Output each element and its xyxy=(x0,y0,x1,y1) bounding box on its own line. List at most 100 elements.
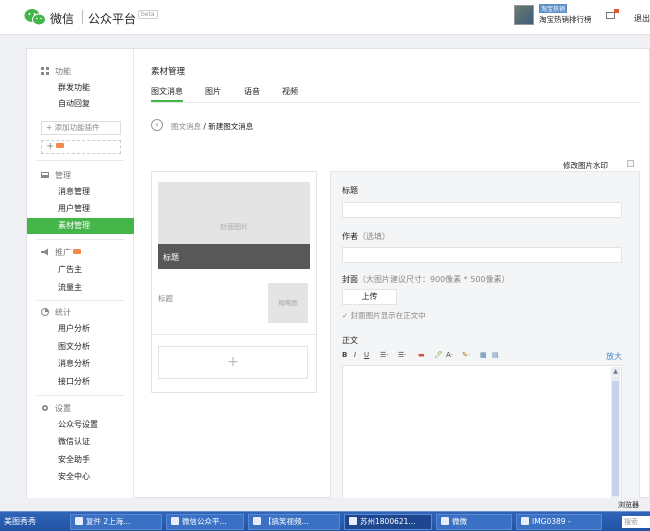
sidebar-item-materials[interactable]: 素材管理 xyxy=(27,218,134,234)
rich-text-toolbar: B I U ☰· ☰· ▬ 🖊 A· ✎· ▦ ▤ 放大 xyxy=(342,351,622,364)
watermark-checkbox[interactable] xyxy=(627,160,634,167)
second-article-title[interactable]: 标题 xyxy=(158,293,173,304)
body-label: 正文 xyxy=(342,336,358,345)
sidebar-item-mass-send[interactable]: 群发功能 xyxy=(27,80,134,96)
add-article-button[interactable]: + xyxy=(158,346,308,379)
sidebar-item-account-settings[interactable]: 公众号设置 xyxy=(27,417,134,433)
folder-icon xyxy=(441,517,449,525)
taskbar-start[interactable]: 美图秀秀 xyxy=(0,512,60,531)
mail-icon[interactable] xyxy=(606,12,615,19)
taskbar-item[interactable]: 复件 2上海... xyxy=(70,514,162,530)
sidebar-divider xyxy=(37,395,124,396)
sidebar-section-stats: 统计 xyxy=(41,307,71,318)
wechat-logo-icon xyxy=(24,9,46,26)
sidebar-item-auto-reply[interactable]: 自动回复 xyxy=(27,96,134,112)
sidebar-item-publisher[interactable]: 流量主 xyxy=(27,280,134,296)
account-name[interactable]: 淘宝热销排行榜 xyxy=(539,14,592,25)
sidebar-item-article-analysis[interactable]: 图文分析 xyxy=(27,339,134,355)
thumbnail-placeholder[interactable]: 缩略图 xyxy=(268,283,308,323)
sidebar-section-promote: 推广 xyxy=(41,247,81,258)
taskbar-item[interactable]: IMG0389 - xyxy=(516,514,602,530)
logout-link[interactable]: 退出 xyxy=(634,13,650,24)
taskbar-item[interactable]: 苏州1800621... xyxy=(344,514,432,530)
editor-scrollbar[interactable]: ▲ xyxy=(611,367,620,500)
search-input[interactable]: 搜索 xyxy=(622,516,650,528)
article-editor: 标题 作者（选填） 封面（大图片建议尺寸：900像素 * 500像素） 上传 ✓… xyxy=(330,171,640,500)
window-icon xyxy=(253,517,261,525)
sidebar-item-verification[interactable]: 微信认证 xyxy=(27,434,134,450)
image-icon xyxy=(521,517,529,525)
italic-button[interactable]: I xyxy=(354,351,356,359)
sidebar-divider xyxy=(37,239,124,240)
tab-bar: 图文消息 图片 语音 视频 xyxy=(151,86,641,103)
logo-subtitle: 公众平台 xyxy=(88,12,137,26)
sidebar-item-api-analysis[interactable]: 接口分析 xyxy=(27,374,134,390)
add-plugin-plus-button[interactable]: + xyxy=(41,140,121,154)
window-icon xyxy=(349,517,357,525)
page-title: 素材管理 xyxy=(151,67,186,77)
sidebar-section-settings: 设置 xyxy=(41,403,71,414)
scroll-up-arrow-icon[interactable]: ▲ xyxy=(612,368,619,375)
sidebar-item-user-analysis[interactable]: 用户分析 xyxy=(27,321,134,337)
taskbar-item[interactable]: 微信公众平... xyxy=(166,514,244,530)
sidebar-item-message-analysis[interactable]: 消息分析 xyxy=(27,356,134,372)
cover-placeholder-text: 封面图片 xyxy=(220,223,248,231)
article-preview-card: 封面图片 标题 标题 缩略图 + xyxy=(151,171,317,393)
sidebar-item-security-center[interactable]: 安全中心 xyxy=(27,469,134,485)
taskbar-item[interactable]: 【搞笑视频... xyxy=(248,514,340,530)
tab-video[interactable]: 视频 xyxy=(282,86,298,102)
sidebar-divider xyxy=(37,300,124,301)
breadcrumb: 图文消息 / 新建图文消息 xyxy=(171,121,253,132)
browser-mode[interactable]: 浏览器 xyxy=(618,500,639,510)
tab-images[interactable]: 图片 xyxy=(205,86,221,102)
highlight-button[interactable]: ✎· xyxy=(462,351,470,359)
tab-voice[interactable]: 语音 xyxy=(244,86,260,102)
underline-button[interactable]: U xyxy=(364,351,369,359)
window-icon xyxy=(171,517,179,525)
font-color-button[interactable]: A· xyxy=(446,351,453,359)
back-button[interactable]: ‹ xyxy=(151,119,163,131)
ordered-list-button[interactable]: ☰· xyxy=(380,351,389,359)
tab-articles[interactable]: 图文消息 xyxy=(151,86,183,102)
sidebar-item-security-assistant[interactable]: 安全助手 xyxy=(27,452,134,468)
sidebar-item-users[interactable]: 用户管理 xyxy=(27,201,134,217)
media-icon[interactable]: ▤ xyxy=(492,351,499,359)
bold-button[interactable]: B xyxy=(342,351,347,359)
account-tag: 淘宝热销 xyxy=(539,4,568,13)
table-icon[interactable]: ▦ xyxy=(480,351,487,359)
new-badge xyxy=(56,143,65,148)
manage-icon xyxy=(41,172,49,178)
title-label: 标题 xyxy=(342,186,358,195)
upload-button[interactable]: 上传 xyxy=(342,289,397,305)
logo-divider xyxy=(82,10,83,24)
expand-editor-link[interactable]: 放大 xyxy=(606,351,622,362)
title-input[interactable] xyxy=(342,202,622,218)
watermark-label[interactable]: 修改图片水印 xyxy=(563,160,608,171)
taskbar-item[interactable]: 微微 xyxy=(436,514,512,530)
taskbar: 美图秀秀 复件 2上海... 微信公众平... 【搞笑视频... 苏州18006… xyxy=(0,511,650,531)
stats-icon xyxy=(41,308,49,316)
sidebar-section-function: 功能 xyxy=(41,66,71,77)
show-cover-checkbox[interactable]: ✓ 封面图片显示在正文中 xyxy=(342,310,426,321)
cover-image-placeholder[interactable]: 封面图片 标题 xyxy=(158,182,310,269)
logo-text: 微信 xyxy=(50,12,75,26)
window-icon xyxy=(75,517,83,525)
sidebar-item-messages[interactable]: 消息管理 xyxy=(27,184,134,200)
author-input[interactable] xyxy=(342,247,622,263)
breadcrumb-parent[interactable]: 图文消息 xyxy=(171,122,201,131)
scroll-thumb[interactable] xyxy=(612,381,619,496)
pen-icon[interactable]: 🖊 xyxy=(434,351,443,359)
sidebar-item-advertiser[interactable]: 广告主 xyxy=(27,262,134,278)
image-insert-button[interactable]: ▬ xyxy=(418,351,425,359)
top-header: 微信 公众平台 beta 淘宝热销 淘宝热销排行榜 退出 xyxy=(0,0,650,35)
avatar[interactable] xyxy=(514,5,534,25)
body-textarea[interactable]: ▲ xyxy=(342,365,622,500)
notification-badge xyxy=(614,9,619,13)
sidebar-section-manage: 管理 xyxy=(41,170,71,181)
add-plugin-button[interactable]: + 添加功能插件 xyxy=(41,121,121,135)
unordered-list-button[interactable]: ☰· xyxy=(398,351,407,359)
gear-icon xyxy=(42,405,48,411)
megaphone-icon xyxy=(41,248,48,256)
sidebar-divider xyxy=(37,160,124,161)
preview-divider xyxy=(152,334,316,335)
